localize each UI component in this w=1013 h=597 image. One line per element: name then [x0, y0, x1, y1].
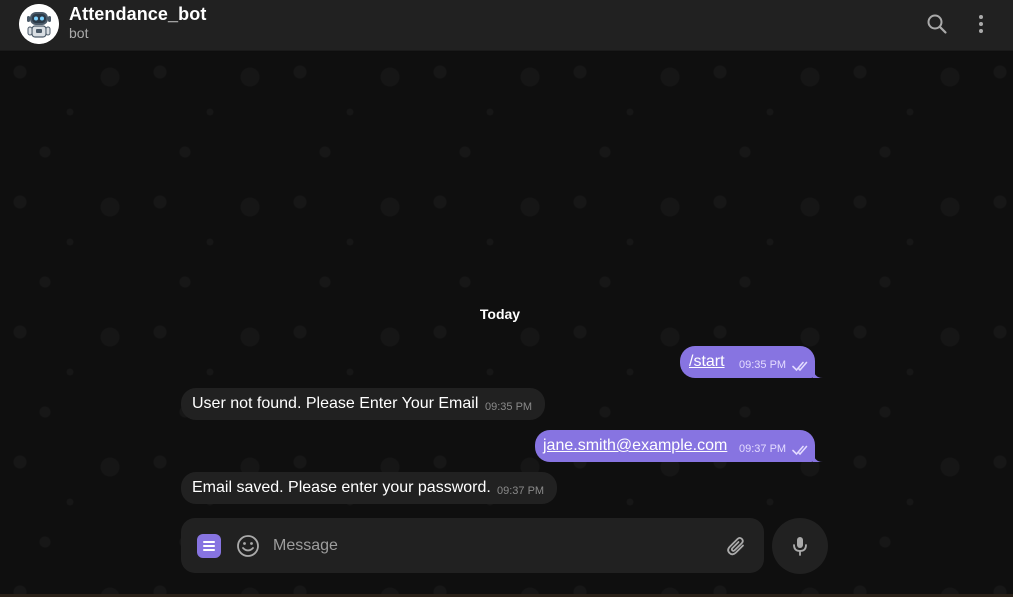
message-link-text[interactable]: jane.smith@example.com	[543, 437, 727, 455]
chat-title[interactable]: Attendance_bot	[69, 4, 206, 25]
telegram-chat-window: Attendance_bot bot Today /start 09:35 PM	[0, 0, 1013, 597]
message-text: Email saved. Please enter your password.	[192, 479, 491, 496]
message-input[interactable]	[273, 534, 713, 558]
microphone-icon	[793, 537, 807, 556]
bot-menu-icon[interactable]	[197, 534, 221, 558]
search-icon[interactable]	[925, 12, 949, 36]
chat-status: bot	[69, 25, 89, 41]
chat-header[interactable]: Attendance_bot bot	[0, 0, 1013, 51]
message-time: 09:37 PM	[497, 485, 545, 497]
microphone-button[interactable]	[772, 518, 828, 574]
more-vertical-icon[interactable]	[969, 12, 993, 36]
message-time: 09:37 PM	[739, 443, 787, 455]
read-receipt-icon	[792, 361, 808, 372]
date-separator: Today	[479, 306, 521, 322]
robot-avatar-icon[interactable]	[19, 4, 59, 44]
read-receipt-icon	[792, 445, 808, 456]
message-time: 09:35 PM	[739, 359, 787, 371]
paperclip-icon[interactable]	[724, 534, 748, 558]
message-bubble-outgoing[interactable]: jane.smith@example.com 09:37 PM	[535, 430, 823, 462]
chat-background	[0, 52, 1013, 597]
message-text: User not found. Please Enter Your Email	[192, 395, 479, 412]
message-bubble-incoming[interactable]: User not found. Please Enter Your Email …	[181, 388, 545, 420]
message-time: 09:35 PM	[485, 401, 533, 413]
message-bubble-incoming[interactable]: Email saved. Please enter your password.…	[181, 472, 557, 504]
emoji-icon[interactable]	[236, 534, 260, 558]
bubble-tail	[813, 450, 823, 462]
message-bubble-outgoing[interactable]: /start 09:35 PM	[680, 346, 823, 378]
bubble-tail	[813, 366, 823, 378]
message-composer	[181, 518, 764, 573]
message-link-text[interactable]: /start	[689, 353, 725, 371]
